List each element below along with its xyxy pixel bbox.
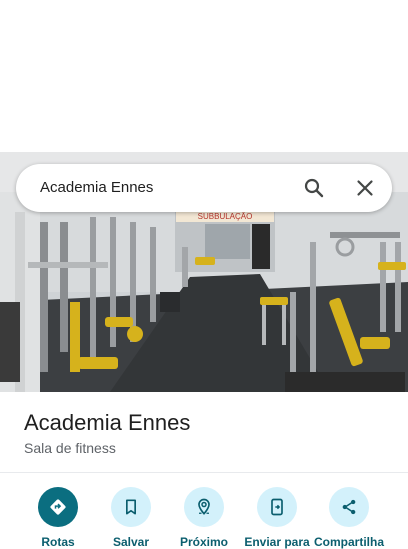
directions-icon [38, 487, 78, 527]
save-button[interactable]: Salvar [91, 487, 171, 549]
share-label: Compartilha [313, 535, 384, 549]
nearby-icon [184, 487, 224, 527]
save-label: Salvar [112, 535, 150, 549]
send-to-phone-label: Enviar para [244, 535, 310, 549]
send-to-phone-button[interactable]: Enviar para [237, 487, 317, 549]
place-name: Academia Ennes [24, 410, 191, 435]
place-header: Academia Ennes Sala de fitness [24, 410, 190, 456]
map-area-blank [0, 0, 408, 152]
share-button[interactable]: Compartilha [309, 487, 389, 549]
divider [0, 472, 408, 473]
share-icon [329, 487, 369, 527]
directions-label: Rotas [41, 535, 75, 549]
nearby-button[interactable]: Próximo [164, 487, 244, 549]
banner-text: SUBBULAÇÃO [198, 212, 253, 221]
search-bar[interactable]: Academia Ennes [16, 164, 392, 212]
search-query[interactable]: Academia Ennes [40, 164, 153, 212]
action-bar: Rotas Salvar Próximo Enviar para Compart… [0, 487, 408, 549]
close-icon[interactable] [353, 176, 377, 200]
search-icon[interactable] [302, 176, 326, 200]
nearby-label: Próximo [179, 535, 228, 549]
bookmark-icon [111, 487, 151, 527]
place-category: Sala de fitness [24, 440, 116, 456]
send-to-phone-icon [257, 487, 297, 527]
directions-button[interactable]: Rotas [18, 487, 98, 549]
